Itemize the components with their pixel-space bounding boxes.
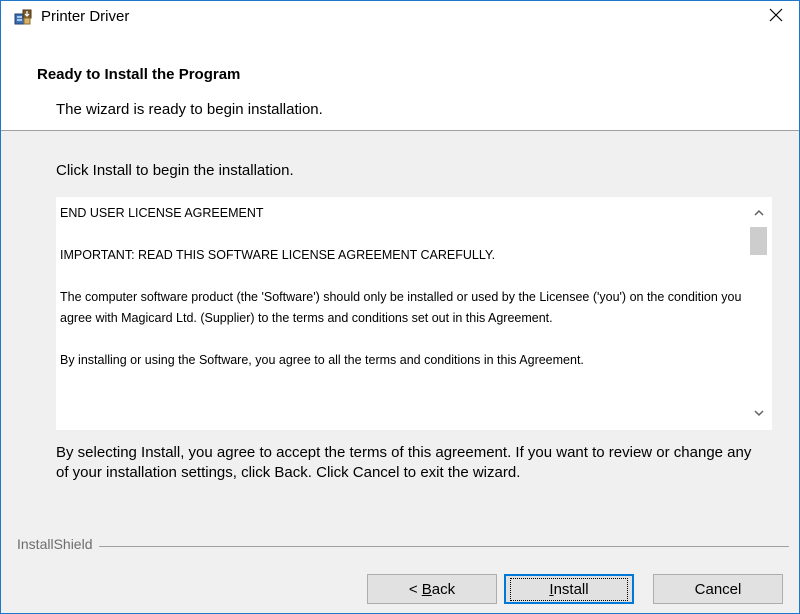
chevron-up-icon	[753, 203, 764, 221]
back-button-label: < Back	[408, 580, 456, 598]
scroll-thumb[interactable]	[750, 227, 767, 255]
installshield-brand: InstallShield	[17, 536, 99, 552]
window-title: Printer Driver	[41, 8, 130, 25]
back-button[interactable]: < Back	[367, 574, 497, 604]
close-button[interactable]	[753, 1, 799, 33]
vertical-scrollbar[interactable]	[745, 197, 772, 430]
scroll-up-button[interactable]	[745, 201, 772, 223]
page-title: Ready to Install the Program	[37, 66, 241, 83]
agreement-note: By selecting Install, you agree to accep…	[56, 444, 752, 481]
license-paragraph: END USER LICENSE AGREEMENT	[60, 206, 264, 220]
license-paragraph: The computer software product (the 'Soft…	[60, 290, 742, 325]
title-bar: Printer Driver	[1, 1, 799, 33]
license-text-box[interactable]: END USER LICENSE AGREEMENT IMPORTANT: RE…	[55, 196, 773, 431]
install-button-label: Install	[510, 577, 628, 601]
license-paragraph: IMPORTANT: READ THIS SOFTWARE LICENSE AG…	[60, 248, 496, 262]
footer-divider	[17, 546, 789, 547]
install-button[interactable]: Install	[504, 574, 634, 604]
wizard-header: Ready to Install the Program The wizard …	[1, 33, 799, 131]
instruction-text: Click Install to begin the installation.	[56, 162, 294, 179]
license-paragraph: By installing or using the Software, you…	[60, 353, 584, 367]
installer-icon	[14, 8, 32, 26]
close-icon	[769, 8, 783, 27]
installer-window: Printer Driver Ready to Install the Prog…	[0, 0, 800, 614]
scroll-down-button[interactable]	[745, 402, 772, 424]
license-content: END USER LICENSE AGREEMENT IMPORTANT: RE…	[60, 203, 742, 392]
chevron-down-icon	[753, 404, 764, 422]
cancel-button[interactable]: Cancel	[653, 574, 783, 604]
page-subtitle: The wizard is ready to begin installatio…	[56, 101, 323, 118]
